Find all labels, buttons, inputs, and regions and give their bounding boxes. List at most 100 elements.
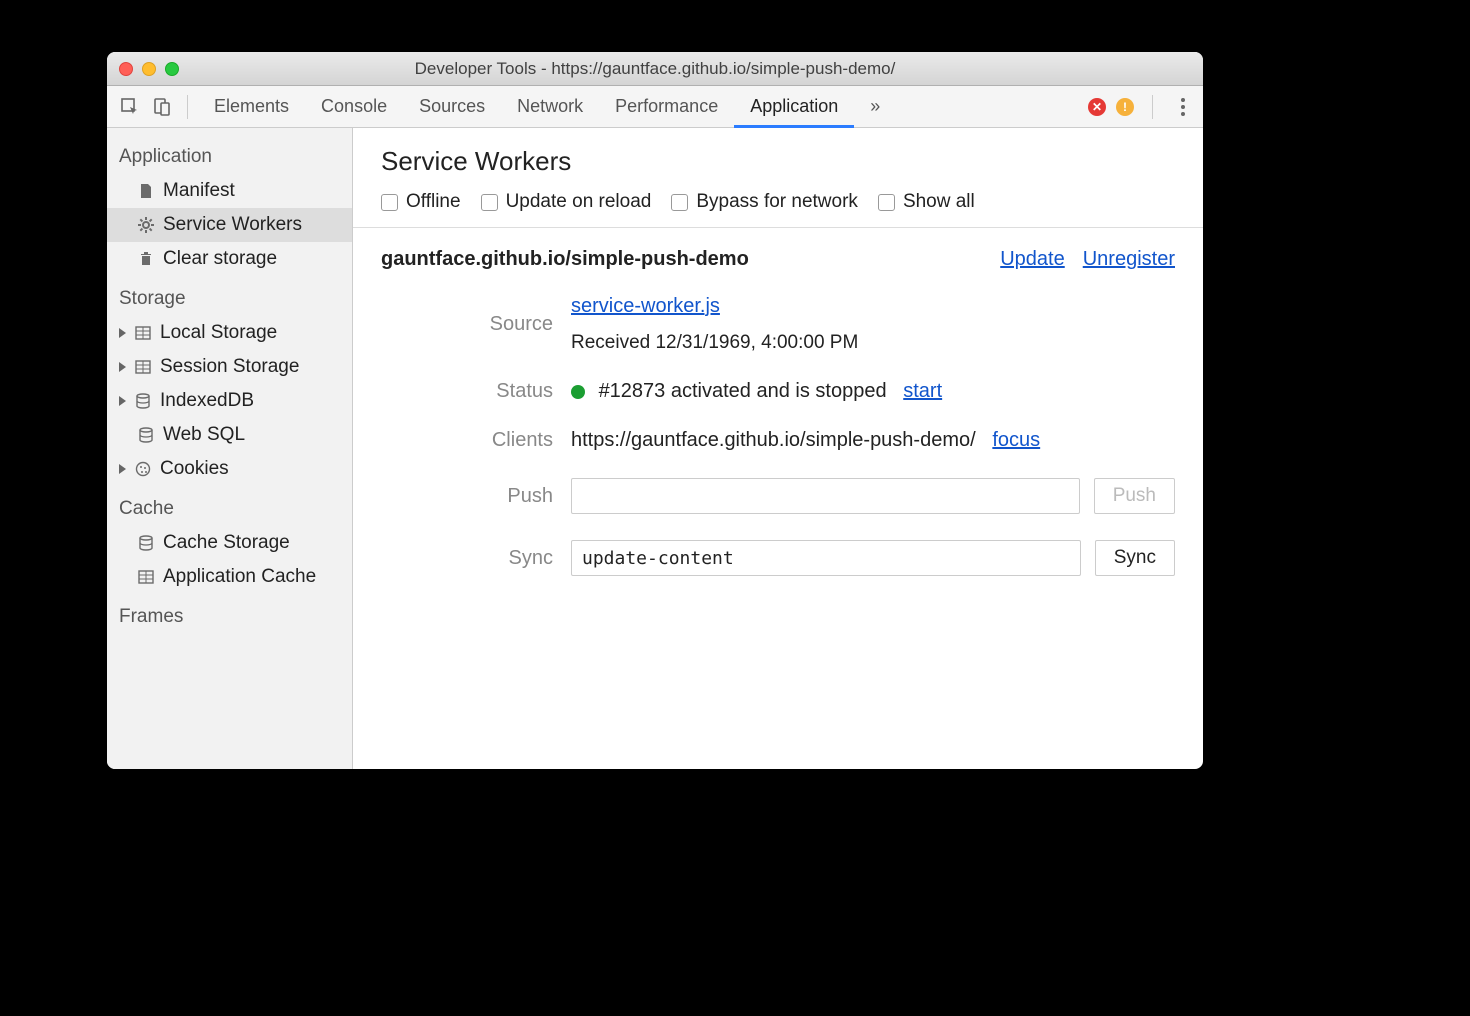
window-title: Developer Tools - https://gauntface.gith… (107, 59, 1203, 79)
gear-icon (137, 216, 155, 234)
status-start-link[interactable]: start (903, 380, 942, 402)
source-link[interactable]: service-worker.js (571, 295, 720, 317)
tab-network[interactable]: Network (501, 86, 599, 128)
expand-triangle-icon (119, 464, 126, 474)
sw-actions: Update Unregister (1000, 248, 1175, 271)
sidebar-item-clear-storage[interactable]: Clear storage (107, 242, 352, 276)
clients-cell: https://gauntface.github.io/simple-push-… (571, 429, 1175, 452)
toolbar-separator (1152, 95, 1153, 119)
offline-checkbox[interactable]: Offline (381, 191, 461, 213)
sw-registration-header: gauntface.github.io/simple-push-demo Upd… (381, 248, 1175, 271)
sync-input[interactable] (571, 540, 1081, 576)
status-text: #12873 activated and is stopped (599, 380, 887, 402)
unregister-link[interactable]: Unregister (1083, 248, 1175, 271)
grid-icon (134, 324, 152, 342)
close-window-button[interactable] (119, 62, 133, 76)
sidebar-group-storage: Storage (107, 276, 352, 316)
devtools-toolbar: Elements Console Sources Network Perform… (107, 86, 1203, 128)
sidebar-item-label: Web SQL (163, 424, 245, 446)
expand-triangle-icon (119, 362, 126, 372)
devtools-body: Application Manifest Service Workers Cle… (107, 128, 1203, 769)
inspect-element-icon[interactable] (115, 92, 145, 122)
grid-icon (134, 358, 152, 376)
sidebar-group-application: Application (107, 134, 352, 174)
sidebar-group-frames: Frames (107, 594, 352, 634)
sidebar-item-label: Application Cache (163, 566, 316, 588)
tabs-overflow[interactable]: » (854, 86, 896, 128)
sidebar-item-websql[interactable]: Web SQL (107, 418, 352, 452)
main-panel: Service Workers Offline Update on reload… (353, 128, 1203, 769)
client-focus-link[interactable]: focus (992, 429, 1040, 451)
checkbox-label: Show all (903, 191, 975, 213)
application-sidebar: Application Manifest Service Workers Cle… (107, 128, 353, 769)
sidebar-item-service-workers[interactable]: Service Workers (107, 208, 352, 242)
devtools-tabs: Elements Console Sources Network Perform… (198, 86, 896, 128)
update-link[interactable]: Update (1000, 248, 1065, 271)
sw-details-grid: Source service-worker.js Received 12/31/… (381, 295, 1175, 576)
sidebar-item-cookies[interactable]: Cookies (107, 452, 352, 486)
main-header: Service Workers Offline Update on reload… (353, 128, 1203, 228)
expand-triangle-icon (119, 328, 126, 338)
cookie-icon (134, 460, 152, 478)
sync-label: Sync (381, 547, 571, 570)
bypass-for-network-checkbox[interactable]: Bypass for network (671, 191, 858, 213)
push-label: Push (381, 485, 571, 508)
status-dot-icon (571, 385, 585, 399)
sidebar-item-label: Manifest (163, 180, 235, 202)
expand-triangle-icon (119, 396, 126, 406)
sidebar-item-label: Local Storage (160, 322, 277, 344)
push-input[interactable] (571, 478, 1080, 514)
sidebar-item-indexeddb[interactable]: IndexedDB (107, 384, 352, 418)
sidebar-item-session-storage[interactable]: Session Storage (107, 350, 352, 384)
minimize-window-button[interactable] (142, 62, 156, 76)
sync-button[interactable]: Sync (1095, 540, 1175, 576)
update-on-reload-checkbox[interactable]: Update on reload (481, 191, 652, 213)
sidebar-item-cache-storage[interactable]: Cache Storage (107, 526, 352, 560)
tab-application[interactable]: Application (734, 86, 854, 128)
sw-origin: gauntface.github.io/simple-push-demo (381, 248, 749, 271)
sw-registration: gauntface.github.io/simple-push-demo Upd… (353, 228, 1203, 596)
sync-row: Sync (571, 540, 1175, 576)
push-button[interactable]: Push (1094, 478, 1175, 514)
checkbox-label: Update on reload (506, 191, 652, 213)
toolbar-right: ✕ ! (1088, 95, 1195, 119)
sidebar-item-manifest[interactable]: Manifest (107, 174, 352, 208)
trash-icon (137, 250, 155, 268)
tab-console[interactable]: Console (305, 86, 403, 128)
source-label: Source (381, 313, 571, 336)
tab-sources[interactable]: Sources (403, 86, 501, 128)
file-icon (137, 182, 155, 200)
sidebar-item-label: Clear storage (163, 248, 277, 270)
status-label: Status (381, 380, 571, 403)
sidebar-item-local-storage[interactable]: Local Storage (107, 316, 352, 350)
show-all-checkbox[interactable]: Show all (878, 191, 975, 213)
toolbar-separator (187, 95, 188, 119)
received-time: Received 12/31/1969, 4:00:00 PM (571, 332, 1175, 354)
checkbox-label: Bypass for network (696, 191, 858, 213)
warning-badge-icon[interactable]: ! (1116, 98, 1134, 116)
devtools-window: Developer Tools - https://gauntface.gith… (107, 52, 1203, 769)
tab-performance[interactable]: Performance (599, 86, 734, 128)
tab-elements[interactable]: Elements (198, 86, 305, 128)
sidebar-item-label: Cookies (160, 458, 229, 480)
error-badge-icon[interactable]: ✕ (1088, 98, 1106, 116)
database-icon (134, 392, 152, 410)
titlebar: Developer Tools - https://gauntface.gith… (107, 52, 1203, 86)
sidebar-group-cache: Cache (107, 486, 352, 526)
sidebar-item-label: Session Storage (160, 356, 299, 378)
grid-icon (137, 568, 155, 586)
database-icon (137, 534, 155, 552)
push-row: Push (571, 478, 1175, 514)
clients-label: Clients (381, 429, 571, 452)
zoom-window-button[interactable] (165, 62, 179, 76)
sidebar-item-label: Cache Storage (163, 532, 290, 554)
status-cell: #12873 activated and is stopped start (571, 380, 1175, 403)
client-url: https://gauntface.github.io/simple-push-… (571, 429, 976, 451)
sidebar-item-application-cache[interactable]: Application Cache (107, 560, 352, 594)
source-cell: service-worker.js Received 12/31/1969, 4… (571, 295, 1175, 354)
device-toolbar-icon[interactable] (147, 92, 177, 122)
settings-menu-icon[interactable] (1171, 98, 1195, 116)
sw-options-row: Offline Update on reload Bypass for netw… (381, 191, 1175, 213)
panel-title: Service Workers (381, 146, 1175, 177)
sidebar-item-label: IndexedDB (160, 390, 254, 412)
